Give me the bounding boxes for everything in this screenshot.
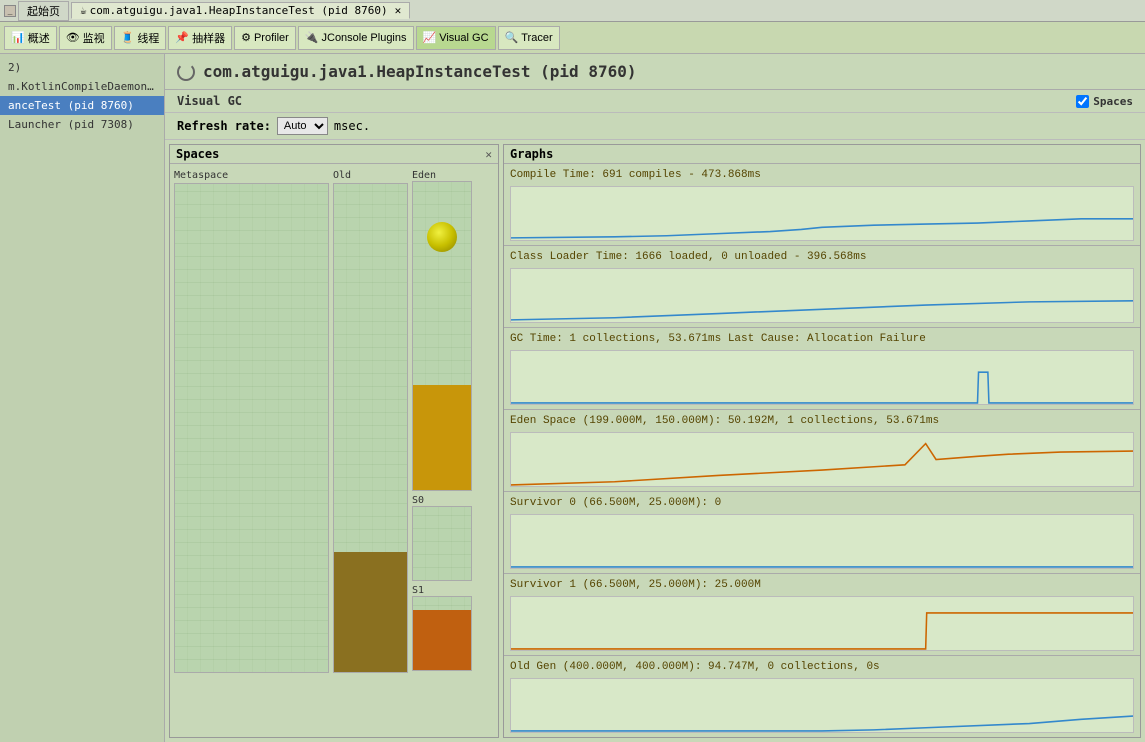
graph-label-survivor1: Survivor 1 (66.500M, 25.000M): 25.000M	[504, 576, 1140, 594]
process-title-text: com.atguigu.java1.HeapInstanceTest (pid …	[203, 62, 636, 81]
main-toolbar: 📊 概述 👁 监视 🧵 线程 📌 抽样器 ⚙ Profiler 🔌 JConso…	[0, 22, 1145, 54]
eden-box	[412, 181, 472, 491]
cursor-indicator	[427, 222, 457, 252]
panels-row: Spaces ✕ Metaspace Old	[165, 140, 1145, 742]
graph-chart-classloader	[510, 268, 1134, 323]
content-area: com.atguigu.java1.HeapInstanceTest (pid …	[165, 54, 1145, 742]
sidebar-item-kotlin[interactable]: m.KotlinCompileDaemon (p	[0, 77, 164, 96]
spaces-label: Spaces	[1093, 95, 1133, 108]
refresh-rate-bar: Refresh rate: Auto 100 500 1000 msec.	[165, 113, 1145, 140]
graphs-panel: Graphs Compile Time: 691 compiles - 473.…	[503, 144, 1141, 738]
graph-item-survivor0: Survivor 0 (66.500M, 25.000M): 0	[504, 492, 1140, 574]
toolbar-threads-btn[interactable]: 🧵 线程	[114, 26, 167, 50]
overview-icon: 📊	[11, 31, 25, 44]
eden-s-column: Eden S0 S1	[412, 170, 472, 671]
tab-home[interactable]: 起始页	[18, 1, 69, 21]
graph-chart-eden-space	[510, 432, 1134, 487]
metaspace-label: Metaspace	[174, 170, 329, 181]
tab-process-label: com.atguigu.java1.HeapInstanceTest (pid …	[90, 4, 388, 17]
spaces-panel-close[interactable]: ✕	[485, 148, 492, 161]
window-chrome: _ 起始页 ☕ com.atguigu.java1.HeapInstanceTe…	[0, 0, 1145, 22]
tab-home-label: 起始页	[27, 3, 60, 19]
tab-icon: ☕	[80, 4, 87, 17]
graph-chart-survivor0	[510, 514, 1134, 569]
refresh-icon	[177, 63, 195, 81]
sidebar-item-1[interactable]: 2)	[0, 58, 164, 77]
spaces-checkbox-container[interactable]: Spaces	[1076, 95, 1133, 108]
toolbar-profiler-btn[interactable]: ⚙ Profiler	[234, 26, 296, 50]
toolbar-tracer-btn[interactable]: 🔍 Tracer	[498, 26, 560, 50]
toolbar-visualgc-btn[interactable]: 📈 Visual GC	[416, 26, 496, 50]
tab-close-icon[interactable]: ✕	[395, 4, 402, 17]
spaces-panel-label: Spaces	[176, 147, 219, 161]
s1-label: S1	[412, 585, 472, 596]
visualgc-icon: 📈	[423, 31, 437, 44]
graph-label-eden-space: Eden Space (199.000M, 150.000M): 50.192M…	[504, 412, 1140, 430]
eden-fill	[413, 385, 471, 490]
jconsole-icon: 🔌	[305, 31, 319, 44]
graph-label-compile: Compile Time: 691 compiles - 473.868ms	[504, 166, 1140, 184]
graph-chart-compile	[510, 186, 1134, 241]
eden-label: Eden	[412, 170, 472, 181]
sidebar-item-launcher[interactable]: Launcher (pid 7308)	[0, 115, 164, 134]
toolbar-jconsole-btn[interactable]: 🔌 JConsole Plugins	[298, 26, 414, 50]
spaces-panel-title: Spaces ✕	[170, 145, 498, 164]
refresh-rate-label: Refresh rate:	[177, 119, 271, 133]
refresh-rate-select[interactable]: Auto 100 500 1000	[277, 117, 328, 135]
graph-item-eden-space: Eden Space (199.000M, 150.000M): 50.192M…	[504, 410, 1140, 492]
main-area: 2) m.KotlinCompileDaemon (p anceTest (pi…	[0, 54, 1145, 742]
graph-chart-survivor1	[510, 596, 1134, 651]
tracer-icon: 🔍	[505, 31, 519, 44]
toolbar-sampler-btn[interactable]: 📌 抽样器	[168, 26, 232, 50]
s0-box	[412, 506, 472, 581]
old-column: Old	[333, 170, 408, 673]
refresh-rate-unit: msec.	[334, 119, 370, 133]
spaces-panel: Spaces ✕ Metaspace Old	[169, 144, 499, 738]
threads-icon: 🧵	[121, 31, 135, 44]
profiler-icon: ⚙	[241, 31, 251, 44]
visual-gc-title: Visual GC	[177, 94, 242, 108]
process-title-bar: com.atguigu.java1.HeapInstanceTest (pid …	[165, 54, 1145, 90]
graphs-panel-title: Graphs	[504, 145, 1140, 164]
s0-label: S0	[412, 495, 472, 506]
old-box	[333, 183, 408, 673]
visual-gc-header: Visual GC Spaces	[165, 90, 1145, 113]
spaces-checkbox[interactable]	[1076, 95, 1089, 108]
sampler-icon: 📌	[175, 31, 189, 44]
old-label: Old	[333, 170, 408, 181]
graph-item-survivor1: Survivor 1 (66.500M, 25.000M): 25.000M	[504, 574, 1140, 656]
s1-fill	[413, 610, 471, 670]
graph-item-old-gen: Old Gen (400.000M, 400.000M): 94.747M, 0…	[504, 656, 1140, 738]
graph-item-classloader: Class Loader Time: 1666 loaded, 0 unload…	[504, 246, 1140, 328]
graph-chart-old-gen	[510, 678, 1134, 733]
graph-label-old-gen: Old Gen (400.000M, 400.000M): 94.747M, 0…	[504, 658, 1140, 676]
graph-item-gc: GC Time: 1 collections, 53.671ms Last Ca…	[504, 328, 1140, 410]
graph-item-compile: Compile Time: 691 compiles - 473.868ms	[504, 164, 1140, 246]
graph-label-survivor0: Survivor 0 (66.500M, 25.000M): 0	[504, 494, 1140, 512]
graph-label-classloader: Class Loader Time: 1666 loaded, 0 unload…	[504, 248, 1140, 266]
metaspace-column: Metaspace	[174, 170, 329, 673]
toolbar-overview-btn[interactable]: 📊 概述	[4, 26, 57, 50]
minimize-btn[interactable]: _	[4, 5, 16, 17]
graph-chart-gc	[510, 350, 1134, 405]
old-fill	[334, 552, 407, 672]
graph-label-gc: GC Time: 1 collections, 53.671ms Last Ca…	[504, 330, 1140, 348]
tab-process[interactable]: ☕ com.atguigu.java1.HeapInstanceTest (pi…	[71, 2, 410, 19]
toolbar-monitor-btn[interactable]: 👁 监视	[59, 26, 112, 50]
sidebar-item-heap[interactable]: anceTest (pid 8760)	[0, 96, 164, 115]
metaspace-box	[174, 183, 329, 673]
s1-box	[412, 596, 472, 671]
sidebar: 2) m.KotlinCompileDaemon (p anceTest (pi…	[0, 54, 165, 742]
monitor-icon: 👁	[66, 31, 80, 44]
